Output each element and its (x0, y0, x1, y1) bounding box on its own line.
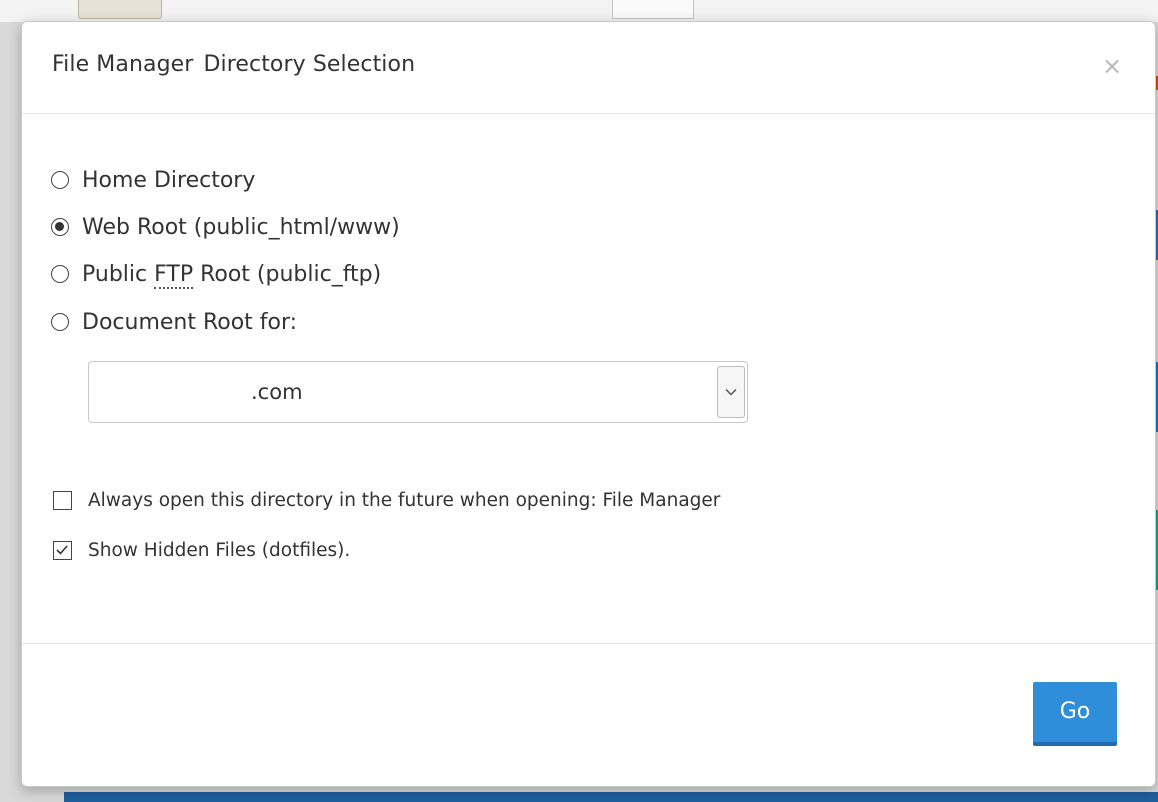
always-open-label: Always open this directory in the future… (88, 489, 721, 511)
directory-selection-modal: File Manager Directory Selection × Home D… (21, 21, 1156, 787)
always-open-option[interactable]: Always open this directory in the future… (53, 487, 720, 513)
always-open-checkbox[interactable] (53, 490, 72, 510)
radio-button[interactable] (51, 171, 69, 189)
radio-label: Web Root (public_html/www) (82, 214, 400, 240)
radio-button[interactable] (51, 313, 69, 331)
show-hidden-files-label: Show Hidden Files (dotfiles). (88, 539, 351, 561)
radio-home-directory[interactable]: Home Directory (51, 165, 255, 195)
show-hidden-files-checkbox[interactable] (53, 540, 72, 560)
chevron-down-icon[interactable] (717, 366, 745, 418)
radio-document-root[interactable]: Document Root for: (51, 307, 297, 337)
modal-footer: Go (22, 643, 1155, 786)
background-thumbnail (78, 0, 162, 19)
background-bottom-bar (64, 792, 1158, 802)
modal-title-app: File Manager (52, 52, 194, 77)
ftp-abbreviation: FTP (154, 261, 194, 289)
radio-label: Document Root for: (82, 309, 298, 335)
radio-button-selected[interactable] (51, 218, 69, 236)
radio-label-prefix: Public (82, 261, 155, 287)
radio-public-ftp-root[interactable]: Public FTP Root (public_ftp) (51, 259, 381, 289)
close-button[interactable]: × (1101, 54, 1123, 78)
domain-select-value: .com (251, 380, 303, 404)
background-thumbnail (612, 0, 694, 19)
radio-label: Home Directory (82, 167, 256, 193)
modal-header: File Manager Directory Selection × (22, 22, 1155, 114)
radio-web-root[interactable]: Web Root (public_html/www) (51, 212, 400, 242)
radio-label-suffix: Root (public_ftp) (193, 261, 382, 287)
modal-title: File Manager Directory Selection (52, 52, 415, 77)
go-button[interactable]: Go (1033, 682, 1117, 746)
close-icon: × (1101, 52, 1123, 80)
checkmark-icon (56, 544, 68, 555)
background-page-strip (0, 0, 1158, 22)
modal-title-section: Directory Selection (203, 52, 416, 77)
radio-label: Public FTP Root (public_ftp) (82, 261, 382, 289)
radio-button[interactable] (51, 265, 69, 283)
domain-select[interactable]: .com (88, 361, 748, 423)
show-hidden-files-option[interactable]: Show Hidden Files (dotfiles). (53, 537, 350, 563)
